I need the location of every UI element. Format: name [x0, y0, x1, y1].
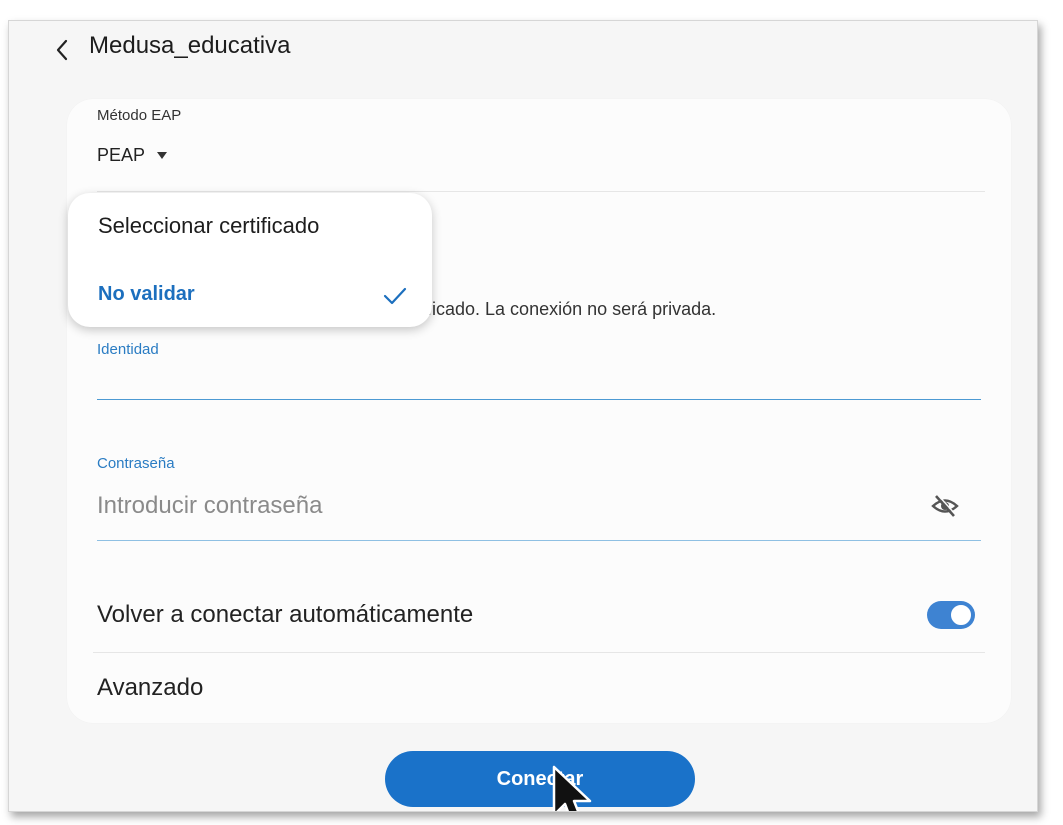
password-underline [97, 540, 981, 541]
toggle-knob [949, 603, 973, 627]
auto-reconnect-row: Volver a conectar automáticamente [97, 593, 981, 637]
certificate-warning-text: ficado. La conexión no será privada. [427, 299, 717, 319]
option-select-certificate[interactable]: Seleccionar certificado [98, 213, 319, 239]
advanced-options-item[interactable]: Avanzado [97, 674, 203, 702]
dropdown-caret-icon [157, 152, 168, 159]
wifi-config-screen: Medusa_educativa Método EAP PEAP ficado.… [8, 20, 1038, 812]
divider [93, 652, 985, 653]
app-header: Medusa_educativa [9, 21, 1037, 77]
auto-reconnect-label: Volver a conectar automáticamente [97, 601, 474, 628]
eap-method-dropdown[interactable]: PEAP [97, 145, 168, 166]
checkmark-icon [383, 287, 407, 305]
toggle-password-visibility-button[interactable] [929, 491, 961, 521]
password-input[interactable] [97, 489, 917, 523]
connect-button[interactable]: Conectar [385, 751, 695, 807]
eap-method-label: Método EAP [97, 107, 182, 124]
back-button[interactable] [45, 33, 79, 67]
divider [97, 191, 985, 192]
back-chevron-icon [56, 39, 68, 61]
eap-method-value: PEAP [97, 145, 146, 165]
eye-off-icon [931, 494, 959, 517]
option-do-not-validate[interactable]: No validar [98, 283, 195, 306]
page-title: Medusa_educativa [89, 32, 291, 59]
certificate-options-popup: Seleccionar certificado No validar [68, 193, 432, 327]
identity-input[interactable] [97, 361, 981, 400]
password-label: Contraseña [97, 455, 175, 472]
identity-label: Identidad [97, 341, 159, 358]
auto-reconnect-toggle[interactable] [927, 601, 975, 629]
